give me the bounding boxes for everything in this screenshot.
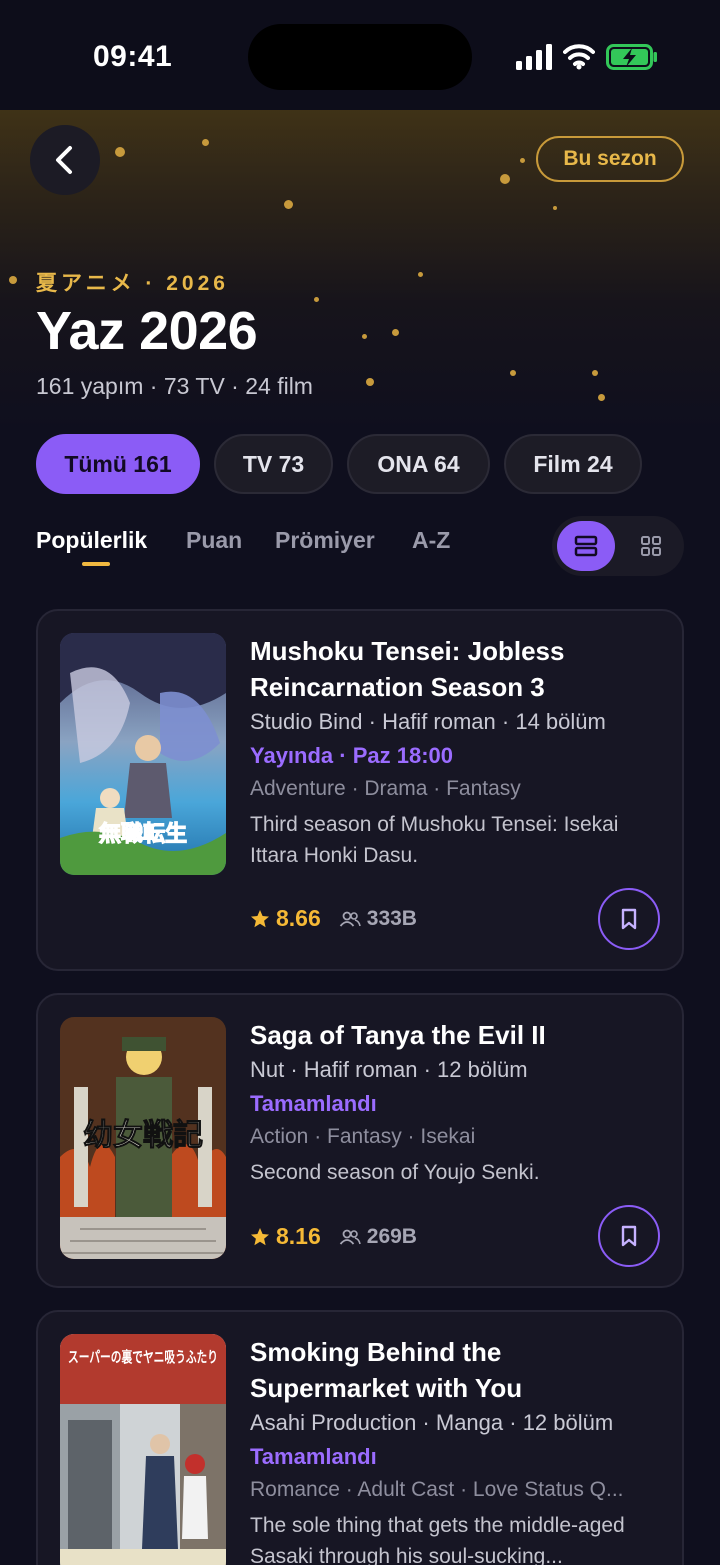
filter-chip-all[interactable]: Tümü 161	[36, 434, 200, 494]
sparkle-dot	[202, 139, 209, 146]
sparkle-dot	[510, 370, 516, 376]
grid-view-button[interactable]	[624, 521, 678, 571]
cellular-signal-icon	[516, 44, 552, 70]
view-mode-toggle	[552, 516, 684, 576]
list-view-button[interactable]	[557, 521, 615, 571]
anime-poster: 幼女戦記	[60, 1017, 226, 1259]
sparkle-dot	[418, 272, 423, 277]
airing-status: Yayında · Paz 18:00	[250, 743, 453, 768]
filter-chip-ona[interactable]: ONA 64	[347, 434, 490, 494]
poster-logo: スーパーの裏でヤニ吸うふたり	[68, 1348, 218, 1366]
anime-score: 8.16	[276, 1223, 321, 1249]
active-tab-indicator	[82, 562, 110, 566]
sparkle-dot	[392, 329, 399, 336]
filter-chip-tv[interactable]: TV 73	[214, 434, 333, 494]
sparkle-dot	[592, 370, 598, 376]
anime-info: Smoking Behind the Supermarket with You …	[250, 1334, 662, 1565]
sparkle-dot	[520, 158, 525, 163]
page-title: Yaz 2026	[36, 301, 258, 361]
anime-description: Third season of Mushoku Tensei: Isekai I…	[250, 813, 619, 867]
poster-logo: 幼女戦記	[83, 1118, 203, 1153]
bookmark-button[interactable]	[598, 888, 660, 950]
chevron-left-icon	[56, 146, 72, 174]
anime-poster: 無職転生	[60, 633, 226, 875]
bookmark-icon	[621, 908, 637, 930]
anime-card[interactable]: 無職転生 Mushoku Tensei: Jobless Reincarnati…	[36, 609, 684, 971]
member-count: 333B	[366, 906, 417, 930]
sort-tab-az[interactable]: A-Z	[412, 527, 450, 554]
anime-genres: Romance · Adult Cast · Love Status Q...	[250, 1478, 624, 1501]
sort-tab-premiere[interactable]: Prömiyer	[275, 527, 375, 554]
poster-logo: 無職転生	[99, 821, 187, 847]
sort-tab-popularity[interactable]: Popülerlik	[36, 527, 147, 554]
star-icon	[251, 1227, 269, 1245]
anime-info: Saga of Tanya the Evil II Nut · Hafif ro…	[250, 1017, 662, 1188]
sparkle-dot	[314, 297, 319, 302]
anime-title: Mushoku Tensei: Jobless Reincarnation Se…	[250, 636, 565, 702]
anime-meta: Studio Bind · Hafif roman · 14 bölüm	[250, 709, 606, 734]
wifi-icon	[563, 44, 595, 70]
grid-view-icon	[641, 536, 661, 556]
status-bar: 09:41	[0, 0, 720, 110]
filter-chip-film[interactable]: Film 24	[504, 434, 642, 494]
list-view-icon	[574, 535, 598, 557]
anime-title: Smoking Behind the Supermarket with You	[250, 1337, 523, 1403]
star-icon	[251, 909, 269, 927]
members-icon	[339, 911, 361, 927]
sparkle-dot	[598, 394, 605, 401]
sparkle-dot	[115, 147, 125, 157]
sparkle-dot	[9, 276, 17, 284]
anime-meta: Nut · Hafif roman · 12 bölüm	[250, 1057, 528, 1082]
anime-genres: Action · Fantasy · Isekai	[250, 1125, 476, 1148]
anime-description: The sole thing that gets the middle-aged…	[250, 1514, 625, 1565]
members-icon	[339, 1229, 361, 1245]
sparkle-dot	[366, 378, 374, 386]
sparkle-dot	[553, 206, 557, 210]
sparkle-dot	[500, 174, 510, 184]
anime-description: Second season of Youjo Senki.	[250, 1161, 540, 1184]
anime-poster: スーパーの裏でヤニ吸うふたり	[60, 1334, 226, 1565]
sparkle-dot	[284, 200, 293, 209]
status-time: 09:41	[93, 40, 173, 73]
rating-row: 8.66 333B	[250, 905, 417, 932]
season-summary: 161 yapım · 73 TV · 24 film	[36, 373, 313, 399]
anime-score: 8.66	[276, 905, 321, 931]
anime-genres: Adventure · Drama · Fantasy	[250, 777, 521, 800]
anime-title: Saga of Tanya the Evil II	[250, 1020, 546, 1050]
dynamic-island	[248, 24, 472, 90]
airing-status: Tamamlandı	[250, 1091, 377, 1116]
airing-status: Tamamlandı	[250, 1444, 377, 1469]
bookmark-icon	[621, 1225, 637, 1247]
member-count: 269B	[366, 1224, 417, 1248]
current-season-button[interactable]: Bu sezon	[536, 136, 684, 182]
anime-meta: Asahi Production · Manga · 12 bölüm	[250, 1410, 614, 1435]
battery-charging-icon	[606, 44, 657, 70]
anime-info: Mushoku Tensei: Jobless Reincarnation Se…	[250, 633, 662, 871]
anime-card[interactable]: 幼女戦記 Saga of Tanya the Evil II Nut · Haf…	[36, 993, 684, 1288]
rating-row: 8.16 269B	[250, 1223, 417, 1250]
bookmark-button[interactable]	[598, 1205, 660, 1267]
back-button[interactable]	[30, 125, 100, 195]
sort-tab-score[interactable]: Puan	[186, 527, 242, 554]
season-kicker: 夏アニメ · 2026	[36, 272, 229, 295]
anime-card[interactable]: スーパーの裏でヤニ吸うふたり Smoking Behind the Superm…	[36, 1310, 684, 1565]
sparkle-dot	[362, 334, 367, 339]
